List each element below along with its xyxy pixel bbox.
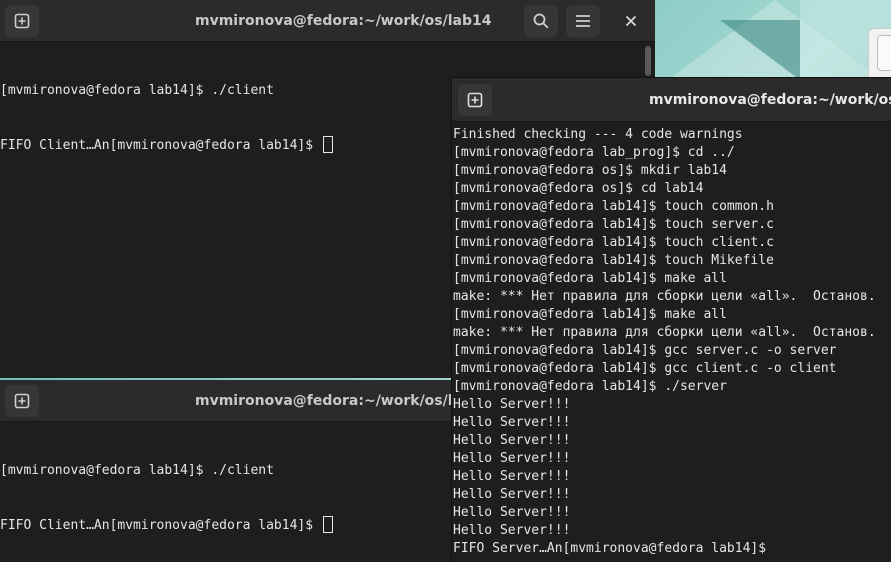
close-icon (625, 15, 637, 27)
window-title: mvmironova@fedora:~/work/os/lab14 (195, 393, 452, 409)
terminal-line: Hello Server!!! (453, 523, 571, 538)
window-title: mvmironova@fedora:~/work/os/lab14 (195, 13, 492, 29)
close-button[interactable] (614, 5, 648, 37)
background-window[interactable] (868, 28, 891, 78)
terminal-line: [mvmironova@fedora lab_prog]$ cd ../ (453, 145, 735, 160)
terminal-line-text: FIFO Client…An[mvmironova@fedora lab14]$ (0, 518, 321, 533)
new-tab-button[interactable] (5, 385, 39, 417)
hamburger-menu-icon (575, 14, 591, 28)
window-title: mvmironova@fedora:~/work/os/lab14 (649, 92, 891, 108)
new-tab-icon (467, 92, 483, 108)
terminal-line: Hello Server!!! (453, 469, 571, 484)
wallpaper-shape (720, 20, 800, 80)
scrollbar[interactable] (645, 46, 651, 76)
terminal-line: make: *** Нет правила для сборки цели «a… (453, 325, 876, 340)
text-cursor (322, 136, 333, 153)
new-tab-icon (14, 393, 30, 409)
search-button[interactable] (524, 5, 558, 37)
new-tab-button[interactable] (5, 5, 39, 37)
terminal-line: [mvmironova@fedora os]$ mkdir lab14 (453, 163, 727, 178)
terminal-line: make: *** Нет правила для сборки цели «a… (453, 289, 876, 304)
terminal-line: [mvmironova@fedora os]$ cd lab14 (453, 181, 704, 196)
terminal-output[interactable]: [mvmironova@fedora lab14]$ ./client FIFO… (0, 426, 452, 562)
terminal-prompt-line: FIFO Client…An[mvmironova@fedora lab14]$ (0, 516, 452, 534)
terminal-line: [mvmironova@fedora lab14]$ make all (453, 271, 727, 286)
new-tab-button[interactable] (458, 84, 492, 116)
terminal-output[interactable]: Finished checking --- 4 code warnings [mv… (453, 126, 891, 558)
terminal-line: [mvmironova@fedora lab14]$ gcc server.c … (453, 343, 837, 358)
titlebar[interactable]: mvmironova@fedora:~/work/os/lab14 (452, 78, 891, 122)
titlebar[interactable]: mvmironova@fedora:~/work/os/lab14 (0, 0, 655, 42)
menu-button[interactable] (566, 5, 600, 37)
terminal-line: Hello Server!!! (453, 487, 571, 502)
new-tab-icon (14, 13, 30, 29)
terminal-line-text: FIFO Client…An[mvmironova@fedora lab14]$ (0, 138, 321, 153)
terminal-line: [mvmironova@fedora lab14]$ touch Mikefil… (453, 253, 774, 268)
terminal-line: Hello Server!!! (453, 397, 571, 412)
terminal-line: Hello Server!!! (453, 505, 571, 520)
terminal-line: [mvmironova@fedora lab14]$ ./client (0, 463, 274, 478)
terminal-line: [mvmironova@fedora lab14]$ touch common.… (453, 199, 774, 214)
terminal-line: Finished checking --- 4 code warnings (453, 127, 743, 142)
terminal-window-right[interactable]: mvmironova@fedora:~/work/os/lab14 Finish… (451, 77, 891, 562)
text-cursor (322, 516, 333, 533)
terminal-line: [mvmironova@fedora lab14]$ touch client.… (453, 235, 774, 250)
terminal-line: [mvmironova@fedora lab14]$ gcc client.c … (453, 361, 837, 376)
terminal-line: [mvmironova@fedora lab14]$ touch server.… (453, 217, 774, 232)
terminal-line: [mvmironova@fedora lab14]$ ./server (453, 379, 727, 394)
terminal-line: Hello Server!!! (453, 451, 571, 466)
terminal-line: Hello Server!!! (453, 415, 571, 430)
background-window-frame (877, 35, 891, 71)
terminal-prompt-line: FIFO Server…An[mvmironova@fedora lab14]$ (453, 540, 891, 558)
terminal-line-text: FIFO Server…An[mvmironova@fedora lab14]$ (453, 541, 774, 556)
terminal-line: [mvmironova@fedora lab14]$ make all (453, 307, 727, 322)
terminal-line: Hello Server!!! (453, 433, 571, 448)
search-icon (532, 12, 550, 30)
titlebar[interactable]: mvmironova@fedora:~/work/os/lab14 (0, 380, 452, 422)
terminal-window-bottom[interactable]: mvmironova@fedora:~/work/os/lab14 [mvmir… (0, 380, 452, 562)
